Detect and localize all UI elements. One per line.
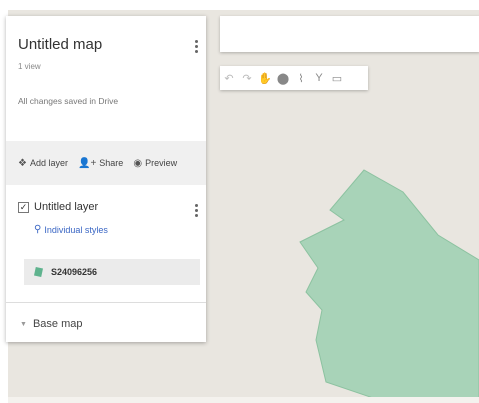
preview-icon: ◉ <box>133 157 143 169</box>
layer-style-label: Individual styles <box>44 224 108 235</box>
layer-visibility-checkbox[interactable]: ✓ <box>18 201 29 213</box>
directions-icon[interactable]: Y <box>310 66 328 90</box>
add-layer-button[interactable]: ❖ Add layer <box>18 158 68 169</box>
map-bottom-strip <box>8 397 479 403</box>
view-count: 1 view <box>18 62 41 71</box>
redo-icon[interactable]: ↷ <box>238 66 256 90</box>
share-label: Share <box>99 158 124 168</box>
map-title[interactable]: Untitled map <box>18 36 102 53</box>
action-bar: ❖ Add layer 👤+ Share ◉ Preview <box>6 141 206 185</box>
layer-options-icon[interactable] <box>192 202 200 219</box>
map-side-panel: Untitled map 1 view All changes saved in… <box>6 16 206 342</box>
add-layer-icon: ❖ <box>18 157 27 169</box>
base-map-label: Base map <box>32 318 83 330</box>
ruler-icon[interactable]: ▭ <box>328 66 346 90</box>
search-box[interactable] <box>220 16 479 52</box>
hand-icon[interactable]: ✋ <box>256 66 274 90</box>
base-map-toggle[interactable]: ▼ Base map <box>20 318 82 330</box>
layer-name[interactable]: Untitled layer <box>34 201 98 213</box>
paint-roller-icon: ⚲ <box>34 224 42 235</box>
map-options-icon[interactable] <box>192 38 200 55</box>
panel-divider <box>6 302 206 303</box>
marker-icon[interactable]: ⬤ <box>274 66 292 90</box>
preview-button[interactable]: ◉ Preview <box>133 158 177 169</box>
share-button[interactable]: 👤+ Share <box>78 158 123 169</box>
undo-icon[interactable]: ↶ <box>220 66 238 90</box>
add-layer-label: Add layer <box>29 158 68 168</box>
drawing-toolbar: ↶ ↷ ✋ ⬤ ⌇ Y ▭ <box>220 66 368 90</box>
save-status: All changes saved in Drive <box>18 96 119 106</box>
chevron-down-icon: ▼ <box>20 320 27 328</box>
preview-label: Preview <box>145 158 178 168</box>
feature-list-item[interactable]: S24096256 <box>24 259 200 285</box>
layer-header[interactable]: ✓ Untitled layer <box>18 201 98 213</box>
draw-line-icon[interactable]: ⌇ <box>292 66 310 90</box>
feature-polygon[interactable] <box>299 169 479 403</box>
feature-label: S24096256 <box>51 267 98 277</box>
share-icon: 👤+ <box>78 157 97 169</box>
polygon-feature-icon <box>34 267 43 277</box>
layer-style-link[interactable]: ⚲ Individual styles <box>34 224 108 235</box>
